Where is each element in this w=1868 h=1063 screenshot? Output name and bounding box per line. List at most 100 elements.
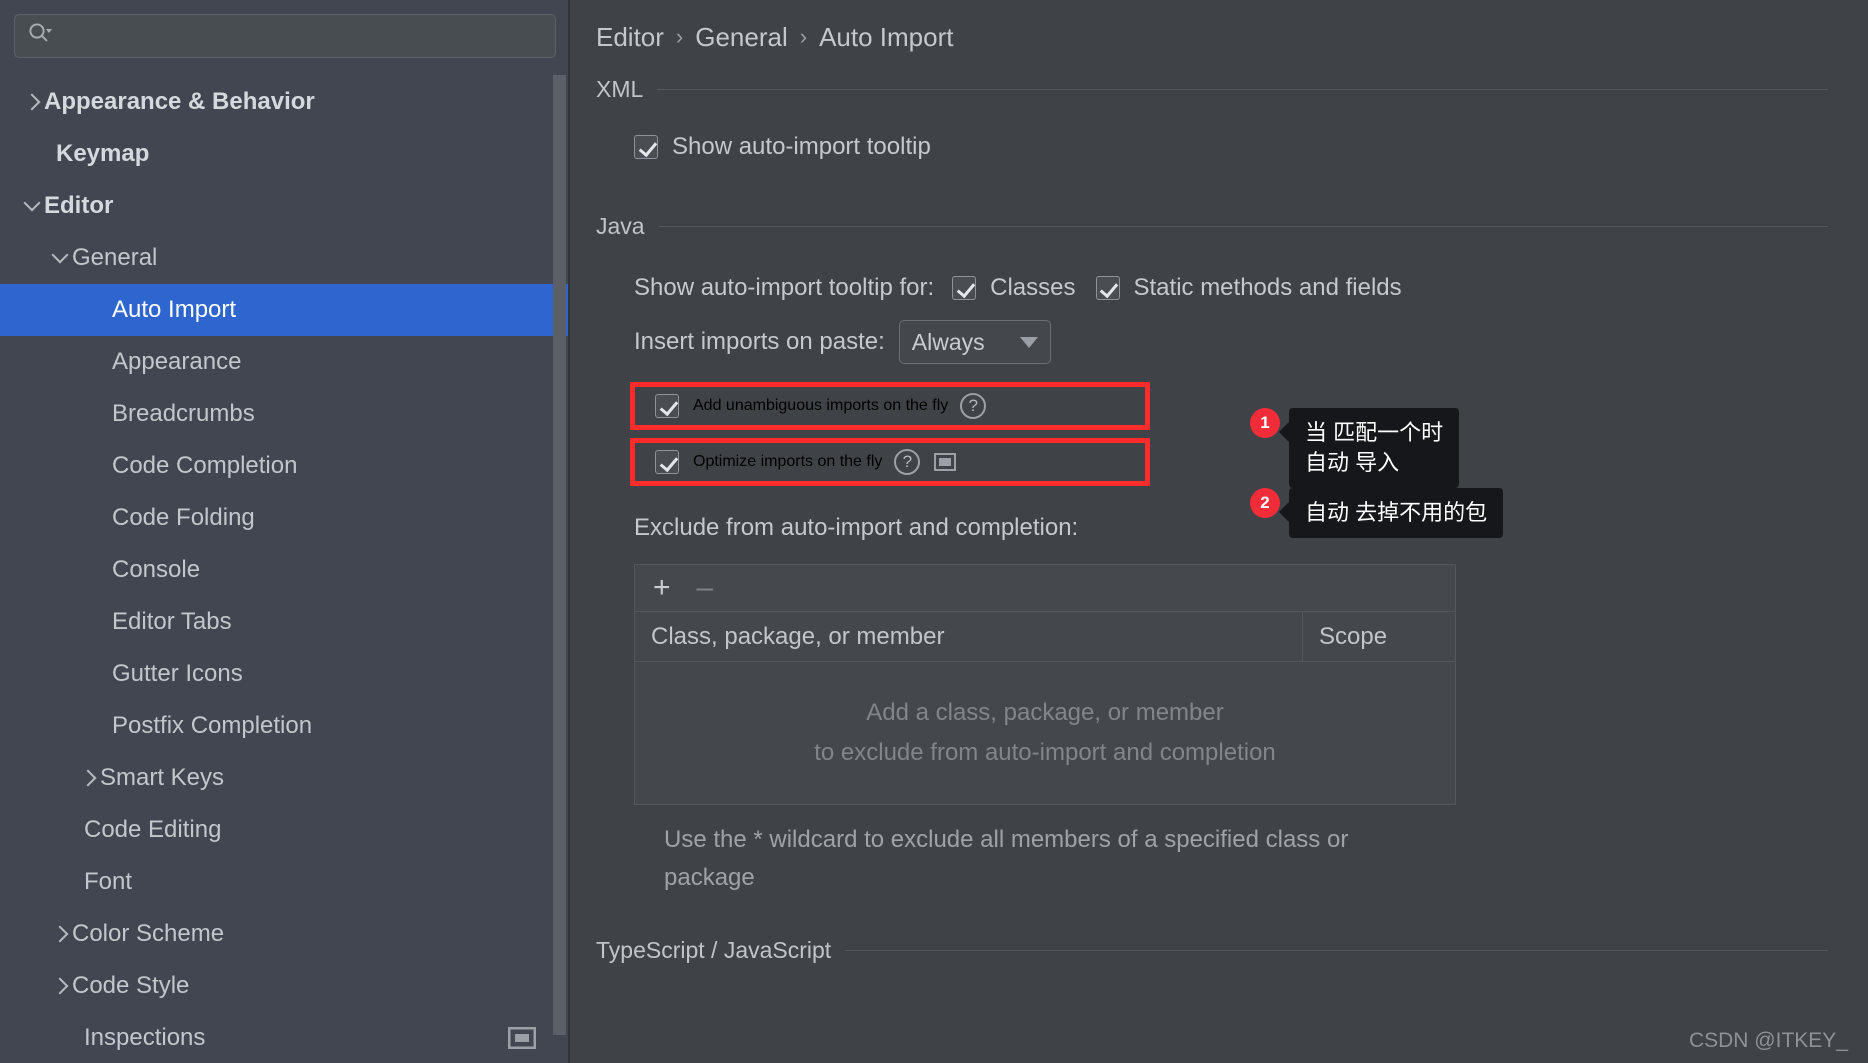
annotation-tooltip-1: 当 匹配一个时 自动 导入	[1278, 408, 1460, 488]
section-typescript-javascript-header: TypeScript / JavaScript	[596, 937, 1828, 964]
section-title-typescript-javascript: TypeScript / JavaScript	[596, 937, 832, 963]
sidebar-item-smart-keys[interactable]: Smart Keys	[0, 752, 570, 804]
annotation-tooltip-2: 自动 去掉不用的包	[1278, 488, 1504, 538]
annotation-2: 2 自动 去掉不用的包	[1250, 488, 1504, 538]
section-xml-header: XML	[596, 76, 1828, 103]
sidebar-item-keymap[interactable]: Keymap	[0, 128, 570, 180]
sidebar-item-label: Appearance	[112, 348, 242, 375]
checkbox-row-show-auto-import-tooltip[interactable]: Show auto-import tooltip	[634, 133, 1868, 161]
chevron-right-icon[interactable]	[78, 767, 100, 789]
watermark: CSDN @ITKEY_	[1688, 1029, 1848, 1052]
chevron-right-icon[interactable]	[50, 975, 72, 997]
sidebar-item-label: Color Scheme	[72, 920, 225, 947]
section-rule	[658, 226, 1828, 227]
help-icon[interactable]: ?	[960, 393, 987, 419]
settings-tree: Appearance & Behavior Keymap Editor General…	[0, 76, 570, 1063]
checkbox-row-optimize-imports[interactable]: Optimize imports on the fly ?	[630, 438, 1150, 486]
exclude-table-empty-state: Add a class, package, or member to exclu…	[635, 662, 1455, 804]
sidebar-item-font[interactable]: Font	[0, 856, 570, 908]
highlight-optimize-imports: Optimize imports on the fly ?	[630, 438, 1868, 486]
chevron-right-icon: ›	[675, 24, 684, 49]
sidebar-item-postfix-completion[interactable]: Postfix Completion	[0, 700, 570, 752]
label-static-methods-and-fields: Static methods and fields	[1133, 274, 1402, 301]
section-title-java: Java	[596, 213, 645, 239]
wildcard-hint: Use the * wildcard to exclude all member…	[664, 826, 1349, 891]
sidebar-item-editor[interactable]: Editor	[0, 180, 570, 232]
sidebar-item-label: Gutter Icons	[112, 660, 243, 687]
sidebar-item-label: Appearance & Behavior	[44, 88, 315, 115]
section-java-header: Java	[596, 213, 1828, 240]
checkbox-show-auto-import-tooltip[interactable]	[634, 135, 658, 159]
breadcrumb-item-editor[interactable]: Editor	[596, 22, 664, 53]
label-insert-imports-on-paste: Insert imports on paste:	[634, 328, 885, 355]
sidebar-item-color-scheme[interactable]: Color Scheme	[0, 908, 570, 960]
sidebar-item-appearance[interactable]: Appearance	[0, 336, 570, 388]
column-header-scope: Scope	[1319, 622, 1388, 650]
sidebar-scrollbar[interactable]	[553, 75, 566, 1035]
sidebar-item-appearance-behavior[interactable]: Appearance & Behavior	[0, 76, 570, 128]
sidebar-item-general[interactable]: General	[0, 232, 570, 284]
search-box[interactable]	[14, 14, 556, 58]
breadcrumb-item-general[interactable]: General	[695, 22, 788, 53]
chevron-right-icon[interactable]	[22, 91, 44, 113]
empty-state-line-1: Add a class, package, or member	[866, 699, 1224, 726]
checkbox-classes[interactable]	[952, 276, 977, 300]
settings-main-panel: Editor › General › Auto Import XML Show …	[570, 0, 1868, 1063]
help-icon[interactable]: ?	[894, 449, 921, 475]
settings-dialog: Appearance & Behavior Keymap Editor General…	[0, 0, 1868, 1063]
annotation-1: 1 当 匹配一个时 自动 导入	[1250, 408, 1460, 488]
sidebar-item-label: Code Folding	[112, 504, 255, 531]
exclude-table-header: Class, package, or member Scope	[635, 612, 1455, 662]
add-icon[interactable]: +	[653, 573, 671, 603]
label-optimize-imports: Optimize imports on the fly	[693, 453, 883, 470]
sidebar-item-console[interactable]: Console	[0, 544, 570, 596]
sidebar-item-label: Smart Keys	[100, 764, 225, 791]
sidebar-item-label: Keymap	[56, 140, 150, 167]
select-insert-imports-on-paste[interactable]: Always	[898, 320, 1051, 364]
sidebar-item-code-style[interactable]: Code Style	[0, 960, 570, 1012]
sidebar-item-label: Code Editing	[84, 816, 222, 843]
sidebar-item-label: Console	[112, 556, 201, 583]
sidebar-item-breadcrumbs[interactable]: Breadcrumbs	[0, 388, 570, 440]
checkbox-optimize-imports[interactable]	[655, 450, 679, 474]
sidebar-item-label: General	[72, 244, 158, 271]
chevron-down-icon[interactable]	[22, 195, 44, 217]
exclude-table-toolbar: + –	[635, 565, 1455, 612]
chevron-down-icon	[1019, 336, 1038, 348]
section-rule	[657, 89, 1828, 90]
highlight-add-unambiguous: Add unambiguous imports on the fly ?	[630, 382, 1868, 430]
chevron-down-icon[interactable]	[50, 247, 72, 269]
breadcrumb-item-auto-import: Auto Import	[819, 21, 954, 52]
label-classes: Classes	[990, 274, 1076, 301]
sidebar-item-gutter-icons[interactable]: Gutter Icons	[0, 648, 570, 700]
settings-sidebar: Appearance & Behavior Keymap Editor General…	[0, 0, 570, 1063]
sidebar-item-code-completion[interactable]: Code Completion	[0, 440, 570, 492]
sidebar-item-code-editing[interactable]: Code Editing	[0, 804, 570, 856]
label-show-auto-import-tooltip: Show auto-import tooltip	[672, 133, 931, 160]
sidebar-item-auto-import[interactable]: Auto Import	[0, 284, 570, 336]
chevron-right-icon: ›	[799, 24, 808, 49]
sidebar-item-inspections[interactable]: Inspections	[0, 1012, 570, 1063]
annotation-badge-1: 1	[1250, 408, 1280, 438]
search-input[interactable]	[61, 25, 543, 47]
sidebar-item-code-folding[interactable]: Code Folding	[0, 492, 570, 544]
sidebar-item-label: Postfix Completion	[112, 712, 313, 739]
breadcrumb: Editor › General › Auto Import	[570, 0, 1868, 58]
window-mode-icon[interactable]	[507, 1026, 537, 1050]
window-icon[interactable]	[934, 453, 957, 471]
sidebar-item-label: Editor	[44, 192, 114, 219]
section-title-xml: XML	[596, 76, 644, 102]
select-insert-imports-on-paste-value: Always	[911, 328, 985, 355]
sidebar-item-editor-tabs[interactable]: Editor Tabs	[0, 596, 570, 648]
checkbox-row-add-unambiguous-imports[interactable]: Add unambiguous imports on the fly ?	[630, 382, 1150, 430]
chevron-right-icon[interactable]	[50, 923, 72, 945]
sidebar-item-label: Font	[84, 868, 133, 895]
sidebar-item-label: Breadcrumbs	[112, 400, 255, 427]
checkbox-add-unambiguous-imports[interactable]	[655, 394, 679, 418]
sidebar-item-label: Inspections	[84, 1024, 206, 1051]
remove-icon[interactable]: –	[697, 573, 714, 603]
search-container	[0, 0, 570, 58]
checkbox-static-methods-and-fields[interactable]	[1095, 276, 1120, 300]
annotation-badge-2: 2	[1250, 488, 1280, 518]
exclude-table: + – Class, package, or member Scope Add …	[634, 564, 1456, 805]
